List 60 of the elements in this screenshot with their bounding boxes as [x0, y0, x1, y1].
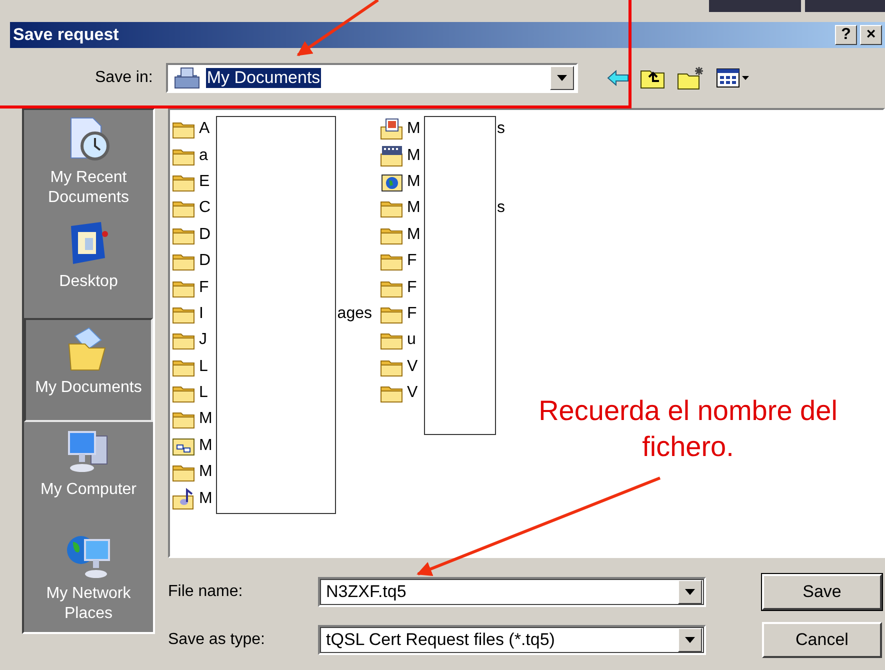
shared-folder-icon — [172, 436, 196, 456]
file-name[interactable]: V — [407, 358, 418, 376]
file-name[interactable]: M — [199, 436, 212, 455]
dropdown-button[interactable] — [550, 66, 574, 90]
documents-icon — [174, 67, 200, 89]
dropdown-button[interactable] — [678, 628, 702, 652]
file-name[interactable]: s — [497, 199, 505, 218]
views-menu-icon[interactable] — [716, 68, 750, 88]
file-name[interactable]: M — [199, 490, 212, 508]
place-item[interactable]: My Network Places — [24, 526, 153, 630]
file-name[interactable]: I — [199, 304, 204, 323]
file-name[interactable]: M — [199, 410, 212, 428]
file-name[interactable]: F — [407, 304, 417, 323]
caret-icon — [556, 75, 567, 81]
file-name[interactable]: ages — [337, 304, 372, 323]
file-type-dropdown[interactable]: tQSL Cert Request files (*.tq5) — [318, 625, 706, 655]
file-name[interactable]: F — [407, 278, 417, 297]
help-button[interactable]: ? — [835, 25, 857, 45]
dialog-button[interactable]: Save — [762, 574, 882, 610]
save-in-dropdown[interactable]: My Documents — [166, 63, 578, 93]
caret-icon — [685, 589, 695, 595]
caret-icon — [685, 637, 695, 643]
file-name-field[interactable]: N3ZXF.tq5 — [318, 577, 706, 607]
dropdown-button[interactable] — [678, 580, 702, 604]
file-name[interactable]: a — [199, 146, 208, 165]
file-name[interactable]: F — [407, 252, 417, 270]
file-name[interactable]: M — [407, 199, 420, 218]
save-as-type-label: Save as type: — [168, 631, 266, 649]
close-button[interactable]: × — [860, 25, 882, 45]
file-name[interactable]: E — [199, 172, 210, 191]
file-name[interactable]: L — [199, 358, 208, 376]
file-name[interactable]: A — [199, 120, 210, 138]
file-name[interactable]: L — [199, 384, 208, 402]
place-item[interactable]: My Documents — [24, 318, 153, 422]
file-name[interactable]: V — [407, 384, 418, 402]
file-name[interactable]: M — [199, 463, 212, 482]
pictures-folder-icon — [380, 118, 404, 140]
place-item[interactable]: My Recent Documents — [24, 110, 153, 214]
video-folder-icon — [380, 144, 404, 167]
music-folder-icon — [172, 488, 196, 510]
file-name[interactable]: M — [407, 120, 420, 138]
file-name[interactable]: D — [199, 252, 211, 270]
new-folder-icon[interactable] — [676, 66, 705, 90]
file-name[interactable]: s — [497, 120, 505, 138]
back-arrow-icon[interactable] — [606, 70, 629, 86]
place-item[interactable]: My Computer — [24, 422, 153, 526]
dialog-button[interactable]: Cancel — [762, 622, 882, 658]
file-name[interactable]: D — [199, 226, 211, 244]
file-name[interactable]: u — [407, 331, 416, 350]
annotation-text: Recuerda el nombre del fichero. — [538, 394, 838, 464]
file-name[interactable]: J — [199, 331, 207, 350]
file-name[interactable]: M — [407, 146, 420, 165]
file-name[interactable]: F — [199, 278, 209, 297]
file-name[interactable]: C — [199, 199, 211, 218]
place-item[interactable]: Desktop — [24, 214, 153, 318]
window-title: Save request — [13, 25, 120, 45]
file-name[interactable]: M — [407, 226, 420, 244]
save-in-label: Save in: — [95, 69, 153, 87]
file-name[interactable]: M — [407, 172, 420, 191]
file-name-label: File name: — [168, 583, 244, 601]
